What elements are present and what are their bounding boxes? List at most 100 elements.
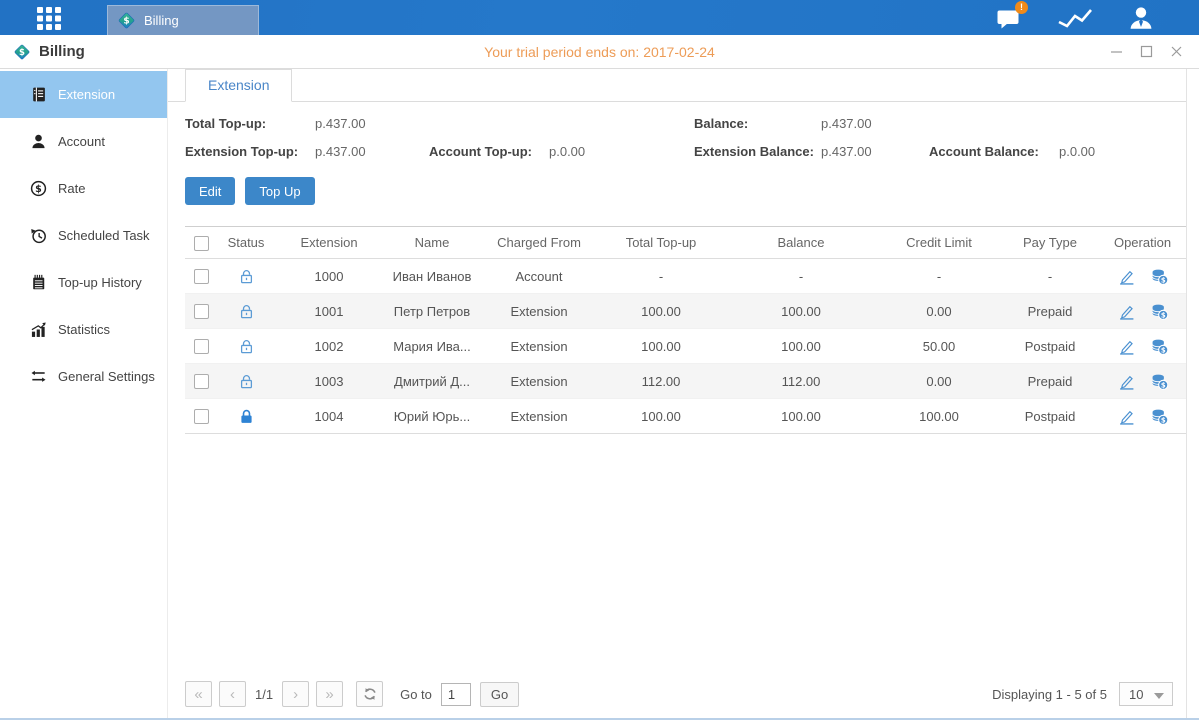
total-topup-value: p.437.00 <box>315 116 429 131</box>
billing-diamond-icon <box>13 43 31 61</box>
displaying-text: Displaying 1 - 5 of 5 <box>992 687 1107 702</box>
tab-strip: Extension <box>168 69 1186 102</box>
row-edit-button[interactable] <box>1118 373 1135 390</box>
sidebar-item-extension[interactable]: Extension <box>0 71 167 118</box>
row-top-up-button[interactable] <box>1151 338 1168 355</box>
col-operation: Operation <box>1099 227 1186 259</box>
row-checkbox[interactable] <box>194 339 209 354</box>
go-button[interactable]: Go <box>480 682 519 707</box>
sidebar-item-scheduled-task[interactable]: Scheduled Task <box>0 212 167 259</box>
account-topup-label: Account Top-up: <box>429 144 549 159</box>
row-edit-button[interactable] <box>1118 303 1135 320</box>
cell-charged-from: Account <box>481 259 597 294</box>
cell-balance: 100.00 <box>725 294 877 329</box>
cell-pay-type: - <box>1001 259 1099 294</box>
table-row: 1002 Мария Ива... Extension 100.00 100.0… <box>185 329 1186 364</box>
open-app-tab-billing[interactable]: Billing <box>107 5 259 35</box>
sidebar-item-top-up-history[interactable]: Top-up History <box>0 259 167 306</box>
lock-open-icon <box>238 373 255 390</box>
row-top-up-button[interactable] <box>1151 303 1168 320</box>
page-size-select[interactable]: 10 <box>1119 682 1173 706</box>
ledger-icon <box>30 86 47 103</box>
cell-extension: 1001 <box>275 294 383 329</box>
user-solid-icon <box>30 133 47 150</box>
row-edit-button[interactable] <box>1118 268 1135 285</box>
balance-summary: Total Top-up: p.437.00 Balance: p.437.00… <box>185 116 1186 159</box>
cell-total-top-up: - <box>597 259 725 294</box>
row-top-up-button[interactable] <box>1151 373 1168 390</box>
row-top-up-button[interactable] <box>1151 408 1168 425</box>
cell-pay-type: Postpaid <box>1001 399 1099 434</box>
goto-page-input[interactable] <box>441 683 471 706</box>
table-header-row: Status Extension Name Charged From Total… <box>185 227 1186 259</box>
row-checkbox[interactable] <box>194 409 209 424</box>
statistics-shortcut-button[interactable] <box>1058 6 1092 30</box>
person-icon <box>1129 6 1153 30</box>
cell-extension: 1000 <box>275 259 383 294</box>
sidebar-item-label: Rate <box>58 181 85 196</box>
col-credit-limit: Credit Limit <box>877 227 1001 259</box>
cell-name: Петр Петров <box>383 294 481 329</box>
window-titlebar: Billing Your trial period ends on: 2017-… <box>0 35 1199 69</box>
app-grid-menu-button[interactable] <box>36 6 62 30</box>
sidebar-item-general-settings[interactable]: General Settings <box>0 353 167 400</box>
sidebar-item-account[interactable]: Account <box>0 118 167 165</box>
top-up-coins-icon <box>1151 373 1168 390</box>
row-checkbox[interactable] <box>194 304 209 319</box>
row-checkbox[interactable] <box>194 269 209 284</box>
extension-topup-value: p.437.00 <box>315 144 429 159</box>
first-page-button[interactable]: « <box>185 681 212 707</box>
account-balance-value: p.0.00 <box>1059 144 1186 159</box>
sidebar-item-label: General Settings <box>58 369 155 384</box>
top-up-button[interactable]: Top Up <box>245 177 314 205</box>
extension-balance-label: Extension Balance: <box>694 144 821 159</box>
cell-pay-type: Prepaid <box>1001 364 1099 399</box>
edit-button[interactable]: Edit <box>185 177 235 205</box>
cell-credit-limit: 100.00 <box>877 399 1001 434</box>
cell-charged-from: Extension <box>481 294 597 329</box>
maximize-icon <box>1140 45 1153 58</box>
grid-icon <box>36 6 62 30</box>
top-up-coins-icon <box>1151 303 1168 320</box>
app-tab-label: Billing <box>144 13 179 28</box>
sidebar-item-label: Extension <box>58 87 115 102</box>
extension-topup-label: Extension Top-up: <box>185 144 315 159</box>
close-button[interactable] <box>1170 45 1183 58</box>
cell-extension: 1004 <box>275 399 383 434</box>
cell-extension: 1002 <box>275 329 383 364</box>
row-edit-button[interactable] <box>1118 408 1135 425</box>
notebook-icon <box>30 274 47 291</box>
trial-notice: Your trial period ends on: 2017-02-24 <box>484 44 715 60</box>
next-page-button[interactable]: › <box>282 681 309 707</box>
row-checkbox[interactable] <box>194 374 209 389</box>
cell-credit-limit: 50.00 <box>877 329 1001 364</box>
billing-app-window: Billing ! <box>0 0 1199 720</box>
sidebar-item-statistics[interactable]: Statistics <box>0 306 167 353</box>
sidebar-item-label: Scheduled Task <box>58 228 150 243</box>
refresh-button[interactable] <box>356 681 383 707</box>
last-page-button[interactable]: » <box>316 681 343 707</box>
cell-pay-type: Prepaid <box>1001 294 1099 329</box>
row-edit-button[interactable] <box>1118 338 1135 355</box>
top-up-coins-icon <box>1151 408 1168 425</box>
refresh-icon <box>362 686 378 702</box>
account-menu-button[interactable] <box>1129 6 1153 30</box>
minimize-button[interactable] <box>1110 45 1123 58</box>
billing-diamond-icon <box>117 11 136 30</box>
notifications-button[interactable]: ! <box>996 6 1021 30</box>
top-up-coins-icon <box>1151 338 1168 355</box>
col-pay-type: Pay Type <box>1001 227 1099 259</box>
sidebar-item-rate[interactable]: Rate <box>0 165 167 212</box>
lock-open-icon <box>238 338 255 355</box>
prev-page-button[interactable]: ‹ <box>219 681 246 707</box>
cell-name: Мария Ива... <box>383 329 481 364</box>
total-topup-label: Total Top-up: <box>185 116 315 131</box>
select-all-checkbox[interactable] <box>194 236 209 251</box>
lock-open-icon <box>238 268 255 285</box>
col-charged-from: Charged From <box>481 227 597 259</box>
row-top-up-button[interactable] <box>1151 268 1168 285</box>
tab-extension[interactable]: Extension <box>185 69 292 102</box>
lock-open-icon <box>238 303 255 320</box>
maximize-button[interactable] <box>1140 45 1153 58</box>
col-status: Status <box>217 227 275 259</box>
